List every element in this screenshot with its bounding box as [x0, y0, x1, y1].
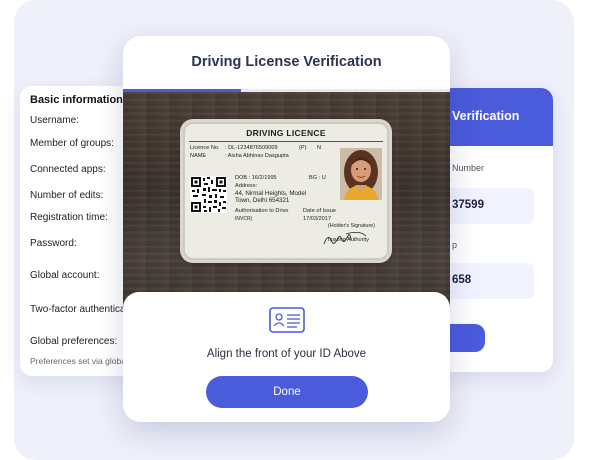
- address-line-2: Town, Delhi 654321: [235, 197, 290, 204]
- issuing-authority: Issuing Authority: [328, 237, 370, 243]
- card-title: Basic information: [30, 94, 123, 106]
- second-value: 658: [452, 274, 472, 286]
- number-field[interactable]: 37599: [446, 188, 534, 224]
- auth-label: Authorisation to Drive: [235, 208, 289, 214]
- licence-no-label: Licence No.: [190, 145, 220, 151]
- instruction-text: Align the front of your ID Above: [206, 348, 367, 360]
- number-value: 37599: [452, 199, 484, 211]
- info-row-groups: Member of groups:: [30, 138, 114, 149]
- verification-card: Verification Number 37599 p 658: [440, 88, 553, 372]
- info-row-registration: Registration time:: [30, 212, 108, 223]
- blood-group: BG : U: [309, 175, 326, 181]
- info-row-global-preferences: Global preferences:: [30, 336, 118, 347]
- dob: DOB : 16/2/1995: [235, 175, 277, 181]
- info-row-password: Password:: [30, 238, 77, 249]
- auth-value: INVCR): [235, 216, 253, 222]
- licence-divider: [189, 141, 383, 142]
- verification-modal: Driving License Verification DRIVING LIC…: [123, 36, 450, 422]
- licence-no: : DL-1234876509009: [225, 145, 278, 151]
- holder-photo: [340, 148, 382, 200]
- issue-value: 17/03/2017: [303, 216, 331, 222]
- verification-title: Verification: [452, 109, 520, 123]
- info-row-connected-apps: Connected apps:: [30, 164, 106, 175]
- second-field[interactable]: 658: [446, 263, 534, 299]
- issue-label: Date of Issue: [303, 208, 336, 214]
- verify-button[interactable]: [450, 324, 485, 352]
- address-label: Address:: [235, 183, 258, 189]
- holder-name: : Aisha Abhinav Dasgupta: [225, 153, 289, 159]
- licence-header: DRIVING LICENCE: [246, 128, 326, 138]
- qr-code: [190, 176, 227, 213]
- verification-header: Verification: [440, 88, 553, 146]
- number-label: Number: [452, 163, 485, 173]
- flag-p: (P): [299, 145, 307, 151]
- preferences-note: Preferences set via global: [30, 356, 128, 366]
- done-button[interactable]: Done: [206, 376, 368, 408]
- info-row-username: Username:: [30, 115, 79, 126]
- driving-licence-card: DRIVING LICENCE Licence No. : DL-1234876…: [185, 124, 387, 258]
- flag-n: N: [317, 145, 322, 151]
- info-row-edits: Number of edits:: [30, 190, 104, 201]
- second-label: p: [452, 240, 458, 250]
- id-card-icon: [269, 307, 305, 333]
- name-label: NAME: [190, 153, 207, 159]
- bottom-sheet: Align the front of your ID Above Done: [123, 292, 450, 422]
- modal-title: Driving License Verification: [191, 54, 382, 70]
- info-row-global-account: Global account:: [30, 270, 100, 281]
